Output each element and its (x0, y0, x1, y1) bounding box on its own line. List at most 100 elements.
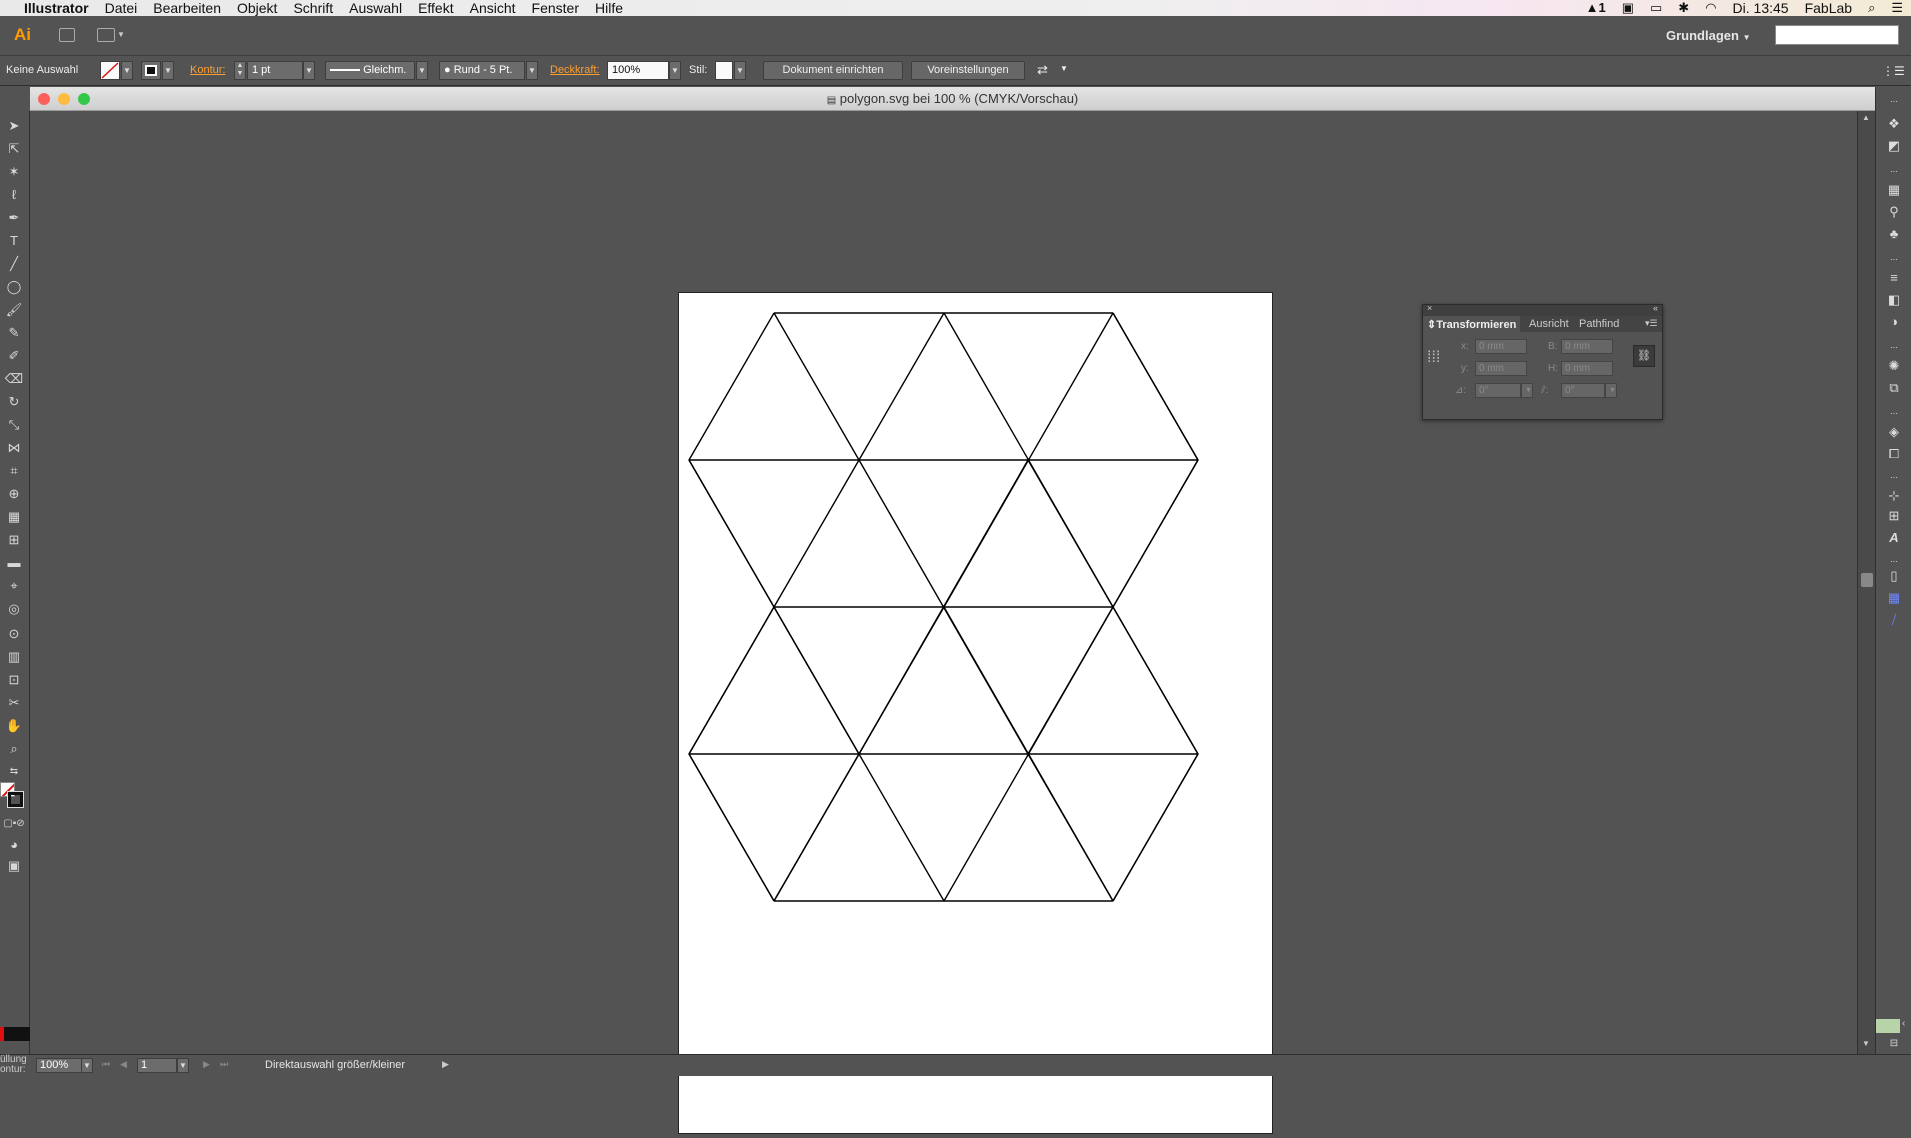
airplay-icon[interactable]: ▭ (1642, 0, 1670, 16)
panel-menu-icon[interactable]: ▾☰ (1645, 318, 1658, 329)
status-menu-icon[interactable]: ▶ (442, 1059, 449, 1070)
arrange-documents-icon[interactable] (97, 28, 115, 42)
stroke-weight-dropdown[interactable]: ▼ (303, 61, 315, 80)
collapse-icon[interactable]: « (1653, 303, 1658, 313)
column-graph-tool-icon[interactable]: ▥ (3, 647, 25, 667)
arrange-icon[interactable]: ⇄ (1037, 62, 1048, 78)
artboard-dropdown[interactable]: ▼ (177, 1058, 189, 1073)
vertical-scrollbar[interactable]: ▲ ▼ (1857, 111, 1875, 1056)
opacity-field[interactable]: 100% (607, 61, 669, 80)
menu-schrift[interactable]: Schrift (285, 0, 341, 16)
shear-dropdown[interactable]: ▼ (1605, 383, 1617, 398)
chevron-left-icon[interactable]: ‹ (1902, 1018, 1905, 1029)
tab-ausrichten[interactable]: Ausricht (1529, 318, 1569, 330)
symbol-sprayer-tool-icon[interactable]: ⊙ (3, 624, 25, 644)
direct-selection-tool-icon[interactable]: ⇱ (3, 139, 25, 159)
spotlight-search-icon[interactable]: ⌕ (1860, 0, 1883, 16)
adobe-status-icon[interactable]: ▲1 (1578, 0, 1614, 16)
zoom-field[interactable]: 100% (36, 1058, 82, 1073)
width-field[interactable]: 0 mm (1561, 339, 1613, 354)
vertical-scroll-thumb[interactable] (1861, 573, 1873, 587)
last-artboard-icon[interactable]: ⏭ (220, 1059, 228, 1070)
hand-tool-icon[interactable]: ✋ (3, 716, 25, 736)
arrange-dropdown-icon[interactable]: ▼ (117, 30, 125, 39)
brush-dropdown[interactable]: ▼ (526, 61, 538, 80)
appearance-icon[interactable]: ✺ (1885, 357, 1903, 375)
character-icon[interactable]: A (1885, 529, 1903, 547)
rotate-field[interactable]: 0° (1475, 383, 1521, 398)
user-name[interactable]: FabLab (1797, 0, 1860, 16)
document-setup-button[interactable]: Dokument einrichten (763, 61, 903, 80)
paintbrush-tool-icon[interactable]: 🖌 (3, 300, 25, 320)
rotate-dropdown[interactable]: ▼ (1521, 383, 1533, 398)
menu-auswahl[interactable]: Auswahl (341, 0, 410, 16)
polygon-artwork[interactable] (679, 293, 1274, 1135)
eraser-tool-icon[interactable]: ⌫ (3, 369, 25, 389)
notification-center-icon[interactable]: ☰ (1883, 0, 1911, 16)
stroke-panel-icon[interactable]: ≡ (1885, 269, 1903, 287)
document-info-icon[interactable]: ▯ (1885, 567, 1903, 585)
artboard[interactable] (678, 292, 1273, 1134)
menu-datei[interactable]: Datei (97, 0, 146, 16)
minimize-window-icon[interactable] (58, 93, 70, 105)
help-search-input[interactable] (1775, 25, 1899, 45)
align-icon[interactable]: ⊞ (1885, 507, 1903, 525)
stroke-swatch[interactable] (141, 61, 161, 80)
graphic-style-dropdown[interactable]: ▼ (734, 61, 746, 80)
canvas-area[interactable] (31, 111, 1857, 1134)
graphic-style-swatch[interactable] (715, 61, 733, 80)
height-field[interactable]: 0 mm (1561, 361, 1613, 376)
slice-tool-icon[interactable]: ✂ (3, 693, 25, 713)
ellipse-tool-icon[interactable]: ◯ (3, 277, 25, 297)
color-panel-icon[interactable]: ◩ (1885, 137, 1903, 155)
symbols-icon[interactable]: ♣ (1885, 225, 1903, 243)
wifi-icon[interactable]: ◠ (1697, 0, 1724, 16)
y-field[interactable]: 0 mm (1475, 361, 1527, 376)
transform-icon[interactable]: ⊹ (1885, 487, 1903, 505)
stroke-profile-dropdown[interactable]: ▼ (416, 61, 428, 80)
artboard-number-field[interactable]: 1 (137, 1058, 177, 1073)
layers-icon[interactable]: ◈ (1885, 423, 1903, 441)
dock-grip[interactable]: ⋯ (1885, 251, 1903, 269)
artboard-tool-icon[interactable]: ⊡ (3, 670, 25, 690)
blend-tool-icon[interactable]: ◎ (3, 599, 25, 619)
free-transform-tool-icon[interactable]: ⌗ (3, 461, 25, 481)
first-artboard-icon[interactable]: ⏮ (102, 1059, 110, 1070)
pen-tool-icon[interactable]: ✒ (3, 208, 25, 228)
selection-tool-icon[interactable]: ➤ (3, 116, 25, 136)
menu-illustrator[interactable]: Illustrator (16, 0, 97, 16)
close-window-icon[interactable] (38, 93, 50, 105)
previous-artboard-icon[interactable]: ◀ (120, 1059, 127, 1070)
menu-objekt[interactable]: Objekt (229, 0, 285, 16)
menu-ansicht[interactable]: Ansicht (462, 0, 524, 16)
stroke-weight-field[interactable]: 1 pt (247, 61, 303, 80)
opacity-label[interactable]: Deckkraft: (550, 64, 600, 76)
dock-grip[interactable]: ⋯ (1885, 163, 1903, 181)
guides-panel-icon[interactable]: ⧸ (1885, 611, 1903, 629)
drawing-mode-icon[interactable]: ◕ (3, 835, 25, 855)
x-field[interactable]: 0 mm (1475, 339, 1527, 354)
pencil-tool-icon[interactable]: ✎ (3, 323, 25, 343)
menu-bearbeiten[interactable]: Bearbeiten (145, 0, 229, 16)
fill-stroke-swatches[interactable] (0, 782, 26, 810)
color-guide-icon[interactable]: ❖ (1885, 115, 1903, 133)
zoom-window-icon[interactable] (78, 93, 90, 105)
menu-fenster[interactable]: Fenster (524, 0, 587, 16)
stroke-dropdown[interactable]: ▼ (162, 61, 174, 80)
scroll-down-icon[interactable]: ▼ (1862, 1039, 1870, 1048)
artboards-icon[interactable]: ⧠ (1885, 445, 1903, 463)
graphic-styles-icon[interactable]: ⧉ (1885, 379, 1903, 397)
screen-mode-icon[interactable]: ▣ (3, 856, 25, 876)
zoom-tool-icon[interactable]: ⌕ (3, 739, 25, 759)
opacity-dropdown[interactable]: ▼ (669, 61, 681, 80)
stroke-swatch[interactable] (7, 791, 24, 808)
rotate-tool-icon[interactable]: ↻ (3, 392, 25, 412)
magic-wand-tool-icon[interactable]: ✶ (3, 162, 25, 182)
gradient-panel-icon[interactable]: ◧ (1885, 291, 1903, 309)
stroke-label[interactable]: Kontur: (190, 64, 225, 76)
color-ramp[interactable] (1876, 1019, 1900, 1033)
blob-brush-tool-icon[interactable]: ✐ (3, 346, 25, 366)
transparency-icon[interactable]: ◑ (1885, 313, 1903, 331)
perspective-grid-tool-icon[interactable]: ▦ (3, 507, 25, 527)
close-icon[interactable]: × (1427, 303, 1432, 313)
